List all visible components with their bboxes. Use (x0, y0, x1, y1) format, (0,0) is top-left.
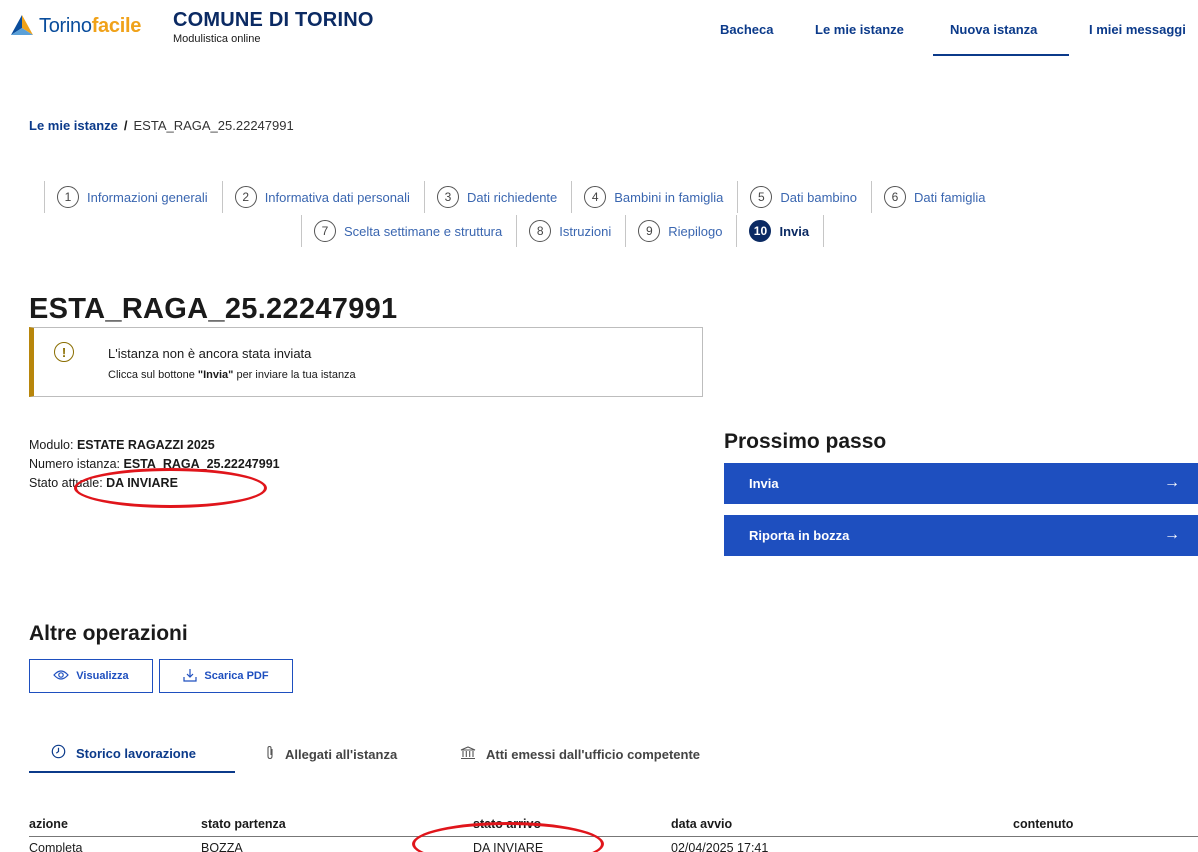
step-number: 5 (750, 186, 773, 208)
steps-row-1: 1 Informazioni generali 2 Informativa dati… (44, 181, 1000, 213)
history-table: azione stato partenza stato arrivo data … (29, 812, 1198, 852)
step-label: Dati famiglia (913, 189, 986, 205)
step-number: 9 (638, 220, 661, 242)
step-number: 4 (584, 186, 607, 208)
step-label: Scelta settimane e struttura (344, 223, 503, 239)
step-4[interactable]: 4 Bambini in famiglia (571, 181, 737, 213)
step-label: Istruzioni (559, 223, 612, 239)
visualizza-label: Visualizza (76, 670, 129, 682)
tab-label: Allegati all'istanza (285, 746, 398, 762)
step-2[interactable]: 2 Informativa dati personali (221, 181, 424, 213)
tab-allegati[interactable]: Allegati all'istanza (265, 735, 397, 773)
step-number: 10 (749, 220, 772, 242)
invia-button-label: Invia (749, 476, 779, 491)
step-7[interactable]: 7 Scelta settimane e struttura (301, 215, 516, 247)
comune-heading: COMUNE DI TORINO Modulistica online (173, 9, 374, 45)
step-3[interactable]: 3 Dati richiedente (423, 181, 571, 213)
alert-instruction-bold: "Invia" (197, 369, 234, 381)
page-title: ESTA_RAGA_25.22247991 (29, 293, 398, 325)
nav-i-miei-messaggi[interactable]: I miei messaggi (1089, 22, 1186, 37)
step-label: Informazioni generali (87, 189, 208, 205)
comune-title: COMUNE DI TORINO (173, 9, 374, 31)
breadcrumb-link-le-mie-istanze[interactable]: Le mie istanze (29, 118, 118, 133)
nav-bacheca[interactable]: Bacheca (720, 22, 773, 37)
tab-storico-lavorazione[interactable]: Storico lavorazione (29, 735, 235, 773)
step-label: Dati bambino (780, 189, 857, 205)
site-header: Torinofacile COMUNE DI TORINO Modulistic… (0, 0, 1198, 66)
step-number: 7 (314, 220, 336, 242)
step-10-current[interactable]: 10 Invia (736, 215, 825, 247)
breadcrumb-current: ESTA_RAGA_25.22247991 (133, 118, 294, 133)
arrow-right-icon: → (1164, 526, 1180, 543)
step-label: Dati richiedente (466, 189, 558, 205)
step-8[interactable]: 8 Istruzioni (516, 215, 625, 247)
clock-icon (51, 744, 66, 762)
eye-icon (53, 669, 70, 683)
step-5[interactable]: 5 Dati bambino (737, 181, 871, 213)
warning-icon: ! (54, 342, 74, 362)
step-number: 2 (234, 186, 257, 208)
step-6[interactable]: 6 Dati famiglia (870, 181, 1000, 213)
alert-instruction-post: per inviare la tua istanza (233, 369, 356, 381)
scarica-pdf-label: Scarica PDF (204, 670, 269, 682)
warning-alert: ! L'istanza non è ancora stata inviata C… (29, 327, 703, 397)
alert-instruction-pre: Clicca sul bottone (108, 369, 198, 381)
table-cell: 02/04/2025 17:41 (671, 841, 769, 852)
step-number: 3 (436, 186, 459, 208)
table-row: Completa BOZZA DA INVIARE 02/04/2025 17:… (29, 836, 1198, 852)
column-header: contenuto (1013, 812, 1198, 837)
tab-label: Atti emessi dall'ufficio competente (486, 746, 701, 762)
invia-button[interactable]: Invia → (724, 463, 1198, 504)
step-label: Riepilogo (668, 223, 723, 239)
step-label: Informativa dati personali (264, 189, 410, 205)
column-header: azione (29, 812, 201, 837)
riporta-in-bozza-label: Riporta in bozza (749, 528, 850, 543)
alert-instruction: Clicca sul bottone "Invia" per inviare l… (108, 369, 356, 381)
table-cell: Completa (29, 841, 83, 852)
torinofacile-logo[interactable]: Torinofacile (10, 14, 141, 38)
altre-operazioni-title: Altre operazioni (29, 622, 188, 645)
step-number: 6 (883, 186, 906, 208)
riporta-in-bozza-button[interactable]: Riporta in bozza → (724, 515, 1198, 556)
comune-subtitle: Modulistica online (173, 33, 261, 45)
info-modulo-value: ESTATE RAGAZZI 2025 (76, 438, 215, 452)
info-numero-label: Numero istanza: (29, 457, 124, 471)
visualizza-button[interactable]: Visualizza (29, 659, 153, 693)
arrow-right-icon: → (1164, 474, 1180, 491)
scarica-pdf-button[interactable]: Scarica PDF (159, 659, 293, 693)
nav-nuova-istanza[interactable]: Nuova istanza (933, 22, 1069, 56)
logo-text-torino: Torino (39, 14, 92, 37)
step-number: 1 (57, 186, 79, 208)
highlight-ellipse-stato (74, 468, 267, 508)
breadcrumb: Le mie istanze / ESTA_RAGA_25.22247991 (29, 118, 294, 133)
step-label: Bambini in famiglia (614, 189, 724, 205)
next-step-title: Prossimo passo (724, 430, 887, 453)
table-cell (1013, 836, 1198, 852)
download-icon (183, 668, 197, 685)
info-modulo: Modulo: ESTATE RAGAZZI 2025 (29, 436, 280, 455)
column-header: data avvio (671, 812, 1013, 837)
paperclip-icon (265, 745, 275, 763)
step-label: Invia (779, 223, 810, 239)
step-9[interactable]: 9 Riepilogo (625, 215, 736, 247)
breadcrumb-separator: / (123, 118, 128, 133)
torinofacile-logo-icon (10, 14, 34, 38)
table-header-row: azione stato partenza stato arrivo data … (29, 812, 1198, 837)
logo-text-facile: facile (91, 14, 142, 37)
tab-label: Storico lavorazione (76, 745, 196, 761)
tab-atti-emessi[interactable]: Atti emessi dall'ufficio competente (460, 735, 700, 773)
info-modulo-label: Modulo: (29, 438, 77, 452)
step-number: 8 (529, 220, 552, 242)
institution-icon (460, 745, 476, 763)
steps-row-2: 7 Scelta settimane e struttura 8 Istruzion… (301, 215, 825, 247)
alert-message: L'istanza non è ancora stata inviata (108, 346, 312, 361)
step-1[interactable]: 1 Informazioni generali (44, 181, 222, 213)
nav-le-mie-istanze[interactable]: Le mie istanze (815, 22, 904, 37)
